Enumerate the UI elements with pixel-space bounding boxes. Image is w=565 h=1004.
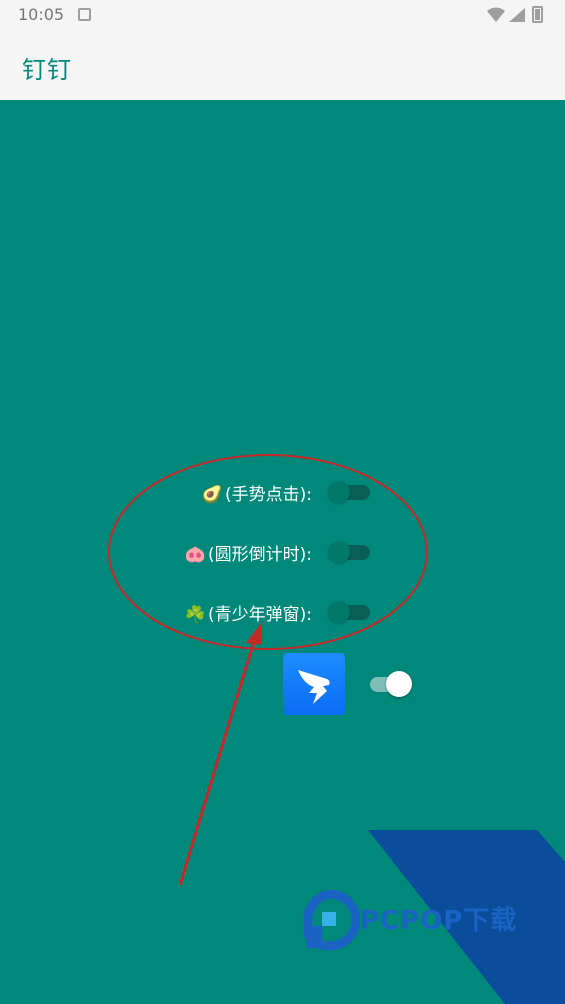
annotation-arrow bbox=[178, 637, 257, 886]
notification-icon bbox=[78, 8, 91, 21]
wifi-icon bbox=[487, 7, 505, 22]
annotation-overlay bbox=[108, 454, 565, 1004]
watermark-logo bbox=[303, 889, 361, 951]
status-bar: 10:05 bbox=[0, 0, 565, 30]
highlight-ellipse bbox=[108, 454, 428, 650]
app-title: 钉钉 bbox=[22, 56, 72, 84]
status-time: 10:05 bbox=[18, 5, 65, 24]
main-content: 🥑 (手势点击): 🐽 (圆形倒计时): ☘️ (青少年弹窗): PCPOP下载 bbox=[0, 100, 565, 1004]
status-icons bbox=[487, 6, 551, 28]
app-bar: 钉钉 bbox=[0, 30, 565, 100]
signal-icon bbox=[509, 8, 525, 22]
arrow-head bbox=[246, 622, 262, 645]
watermark-text: PCPOP下载 bbox=[360, 906, 518, 936]
watermark: PCPOP下载 bbox=[300, 889, 565, 1004]
